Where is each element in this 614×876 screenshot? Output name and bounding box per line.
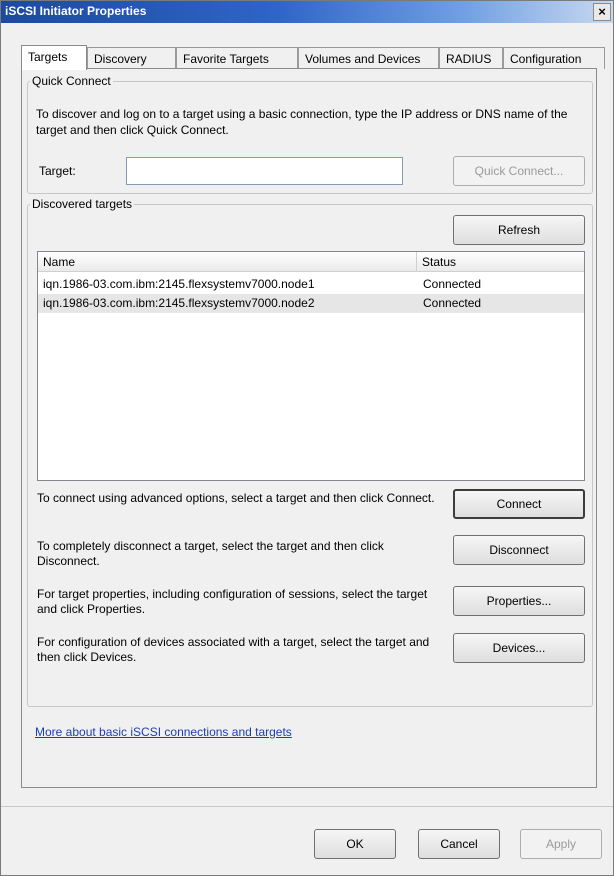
close-icon[interactable]: × [593, 3, 611, 21]
footer-divider [1, 806, 613, 807]
cancel-button[interactable]: Cancel [418, 829, 500, 859]
table-row[interactable]: iqn.1986-03.com.ibm:2145.flexsystemv7000… [38, 294, 584, 313]
tab-favorite-targets[interactable]: Favorite Targets [176, 47, 298, 69]
tab-targets[interactable]: Targets [21, 45, 87, 70]
properties-help-text: For target properties, including configu… [37, 587, 428, 616]
iscsi-help-link[interactable]: More about basic iSCSI connections and t… [35, 725, 292, 739]
apply-button[interactable]: Apply [520, 829, 602, 859]
quick-connect-description: To discover and log on to a target using… [36, 107, 568, 137]
tab-configuration[interactable]: Configuration [503, 47, 605, 69]
target-input[interactable] [126, 157, 403, 185]
window-title: iSCSI Initiator Properties [5, 4, 147, 18]
connect-button[interactable]: Connect [453, 489, 585, 519]
ok-button[interactable]: OK [314, 829, 396, 859]
connect-help-text: To connect using advanced options, selec… [37, 491, 435, 505]
devices-button[interactable]: Devices... [453, 633, 585, 663]
target-status-cell: Connected [423, 296, 482, 310]
column-header-name[interactable]: Name [38, 252, 416, 272]
list-header: Name Status [38, 252, 584, 272]
tab-volumes-and-devices[interactable]: Volumes and Devices [298, 47, 439, 69]
devices-help-text: For configuration of devices associated … [37, 635, 430, 664]
title-bar: iSCSI Initiator Properties × [1, 1, 613, 23]
properties-button[interactable]: Properties... [453, 586, 585, 616]
target-name-cell: iqn.1986-03.com.ibm:2145.flexsystemv7000… [43, 277, 315, 291]
disconnect-button[interactable]: Disconnect [453, 535, 585, 565]
tab-radius[interactable]: RADIUS [439, 47, 503, 69]
dialog-window: iSCSI Initiator Properties × Targets Dis… [0, 0, 614, 876]
quick-connect-legend: Quick Connect [32, 74, 111, 88]
tab-discovery[interactable]: Discovery [87, 47, 176, 69]
table-row[interactable]: iqn.1986-03.com.ibm:2145.flexsystemv7000… [38, 275, 584, 294]
quick-connect-button[interactable]: Quick Connect... [453, 156, 585, 186]
refresh-button[interactable]: Refresh [453, 215, 585, 245]
target-label: Target: [39, 164, 76, 178]
discovered-targets-legend: Discovered targets [32, 197, 133, 211]
disconnect-help-text: To completely disconnect a target, selec… [37, 539, 384, 568]
discovered-targets-list[interactable]: Name Status iqn.1986-03.com.ibm:2145.fle… [37, 251, 585, 481]
column-header-status[interactable]: Status [416, 252, 584, 272]
target-status-cell: Connected [423, 277, 482, 291]
target-name-cell: iqn.1986-03.com.ibm:2145.flexsystemv7000… [43, 296, 315, 310]
